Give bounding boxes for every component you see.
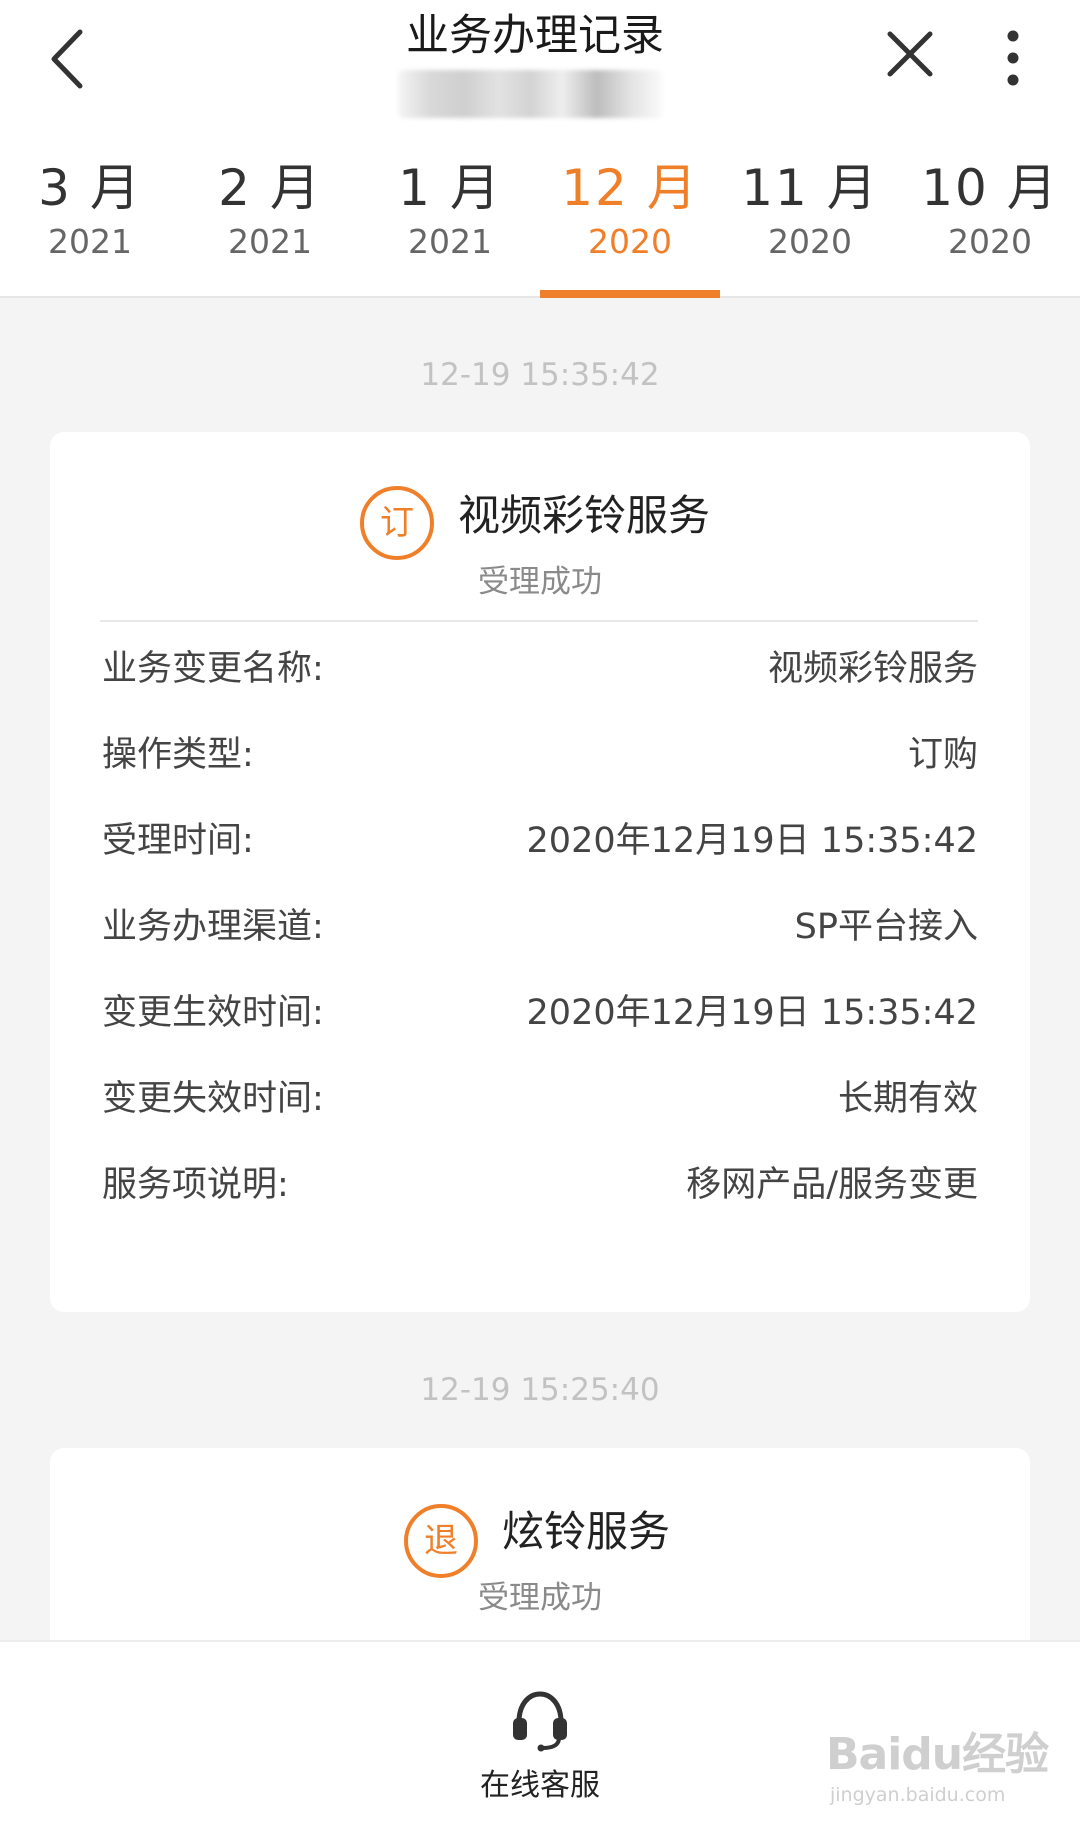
detail-label: 受理时间: bbox=[102, 821, 254, 861]
tab-month-2020-11[interactable]: 11 月 2020 bbox=[720, 140, 900, 296]
detail-label: 操作类型: bbox=[102, 735, 254, 775]
record-details: 业务变更名称: 视频彩铃服务 操作类型: 订购 受理时间: 2020年12月19… bbox=[50, 626, 1030, 1228]
detail-value: 长期有效 bbox=[837, 1079, 978, 1119]
detail-row: 服务项说明: 移网产品/服务变更 bbox=[50, 1142, 1030, 1228]
record-timestamp: 12-19 15:25:40 bbox=[420, 1372, 660, 1408]
tab-month-2021-01[interactable]: 1 月 2021 bbox=[360, 140, 540, 296]
detail-row: 业务办理渠道: SP平台接入 bbox=[50, 884, 1030, 970]
back-button[interactable] bbox=[38, 22, 98, 96]
detail-value: 移网产品/服务变更 bbox=[686, 1165, 978, 1205]
year-label: 2021 bbox=[48, 222, 132, 261]
detail-label: 业务办理渠道: bbox=[102, 907, 324, 947]
divider bbox=[100, 620, 978, 622]
bottom-bar: 在线客服 bbox=[0, 1640, 1080, 1848]
online-service-label: 在线客服 bbox=[480, 1768, 600, 1803]
detail-value: SP平台接入 bbox=[794, 907, 978, 947]
record-header: 订 视频彩铃服务 受理成功 bbox=[50, 432, 1030, 626]
month-label: 3 月 bbox=[38, 159, 142, 217]
record-service-name: 视频彩铃服务 bbox=[458, 491, 711, 540]
record-status: 受理成功 bbox=[478, 564, 602, 600]
detail-value: 视频彩铃服务 bbox=[767, 649, 978, 689]
unsubscribe-badge-icon: 退 bbox=[404, 1504, 478, 1578]
more-icon bbox=[1007, 30, 1019, 86]
detail-value: 订购 bbox=[907, 735, 978, 775]
page-title: 业务办理记录 bbox=[406, 11, 664, 61]
detail-row: 受理时间: 2020年12月19日 15:35:42 bbox=[50, 798, 1030, 884]
masked-phone-number bbox=[398, 70, 663, 118]
online-service-button[interactable]: 在线客服 bbox=[460, 1686, 620, 1826]
detail-label: 变更生效时间: bbox=[102, 993, 324, 1033]
detail-label: 变更失效时间: bbox=[102, 1079, 324, 1119]
year-label: 2020 bbox=[588, 222, 672, 261]
record-header: 退 炫铃服务 受理成功 bbox=[50, 1448, 1030, 1642]
record-timestamp: 12-19 15:35:42 bbox=[420, 357, 660, 393]
tab-month-2021-02[interactable]: 2 月 2021 bbox=[180, 140, 360, 296]
year-label: 2021 bbox=[408, 222, 492, 261]
detail-row: 业务变更名称: 视频彩铃服务 bbox=[50, 626, 1030, 712]
month-label: 1 月 bbox=[398, 159, 502, 217]
year-label: 2020 bbox=[768, 222, 852, 261]
close-button[interactable] bbox=[878, 22, 942, 86]
month-label: 2 月 bbox=[218, 159, 322, 217]
detail-row: 操作类型: 订购 bbox=[50, 712, 1030, 798]
more-button[interactable] bbox=[990, 22, 1036, 94]
detail-value: 2020年12月19日 15:35:42 bbox=[526, 821, 978, 861]
close-icon bbox=[887, 31, 933, 77]
header: 业务办理记录 3 月 2021 2 月 2021 1 月 2021 12 月 2… bbox=[0, 0, 1080, 298]
detail-row: 变更生效时间: 2020年12月19日 15:35:42 bbox=[50, 970, 1030, 1056]
back-arrow-icon bbox=[51, 29, 83, 89]
record-card[interactable]: 订 视频彩铃服务 受理成功 业务变更名称: 视频彩铃服务 操作类型: 订购 受理… bbox=[50, 432, 1030, 1312]
month-label: 12 月 bbox=[561, 159, 699, 217]
month-tabs: 3 月 2021 2 月 2021 1 月 2021 12 月 2020 11 … bbox=[0, 140, 1080, 298]
detail-row: 变更失效时间: 长期有效 bbox=[50, 1056, 1030, 1142]
record-status: 受理成功 bbox=[478, 1580, 602, 1616]
detail-label: 业务变更名称: bbox=[102, 649, 324, 689]
detail-label: 服务项说明: bbox=[102, 1165, 289, 1205]
headset-icon bbox=[513, 1691, 567, 1752]
month-label: 10 月 bbox=[921, 159, 1059, 217]
subscribe-badge-icon: 订 bbox=[360, 486, 434, 560]
year-label: 2020 bbox=[948, 222, 1032, 261]
month-label: 11 月 bbox=[741, 159, 879, 217]
tab-month-2020-12[interactable]: 12 月 2020 bbox=[540, 140, 720, 298]
year-label: 2021 bbox=[228, 222, 312, 261]
detail-value: 2020年12月19日 15:35:42 bbox=[526, 993, 978, 1033]
record-service-name: 炫铃服务 bbox=[502, 1507, 671, 1556]
tab-month-2020-10[interactable]: 10 月 2020 bbox=[900, 140, 1080, 296]
tab-month-2021-03[interactable]: 3 月 2021 bbox=[0, 140, 180, 296]
